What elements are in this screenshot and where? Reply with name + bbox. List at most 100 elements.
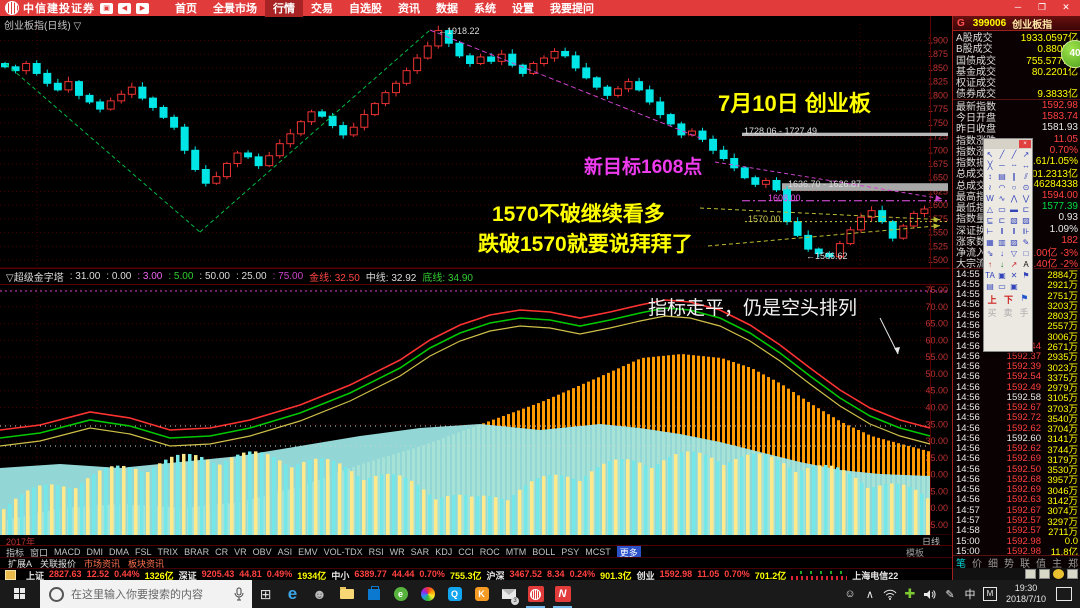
wps-icon[interactable]: K (469, 580, 494, 608)
mail-icon[interactable]: 3 (496, 580, 521, 608)
contacts-icon[interactable]: ☻ (307, 580, 332, 608)
quick-button[interactable]: ▶ (136, 3, 149, 14)
file-explorer-icon[interactable] (334, 580, 359, 608)
drawing-tool[interactable]: ‖ (1008, 226, 1020, 237)
drawing-tool[interactable]: ⚑ (1020, 270, 1032, 281)
edge-icon[interactable]: e (280, 580, 305, 608)
drawing-toolbar[interactable]: × ↖╱╱↗╳─┄↔↕▤∥⫽≀◠○⊙W∿⋀⋁△▭▬⊏⊑⊏▧▨⊢‖‖⊪▦▥▨✎⇘↓… (983, 138, 1033, 352)
drawing-tool[interactable]: ▤ (984, 281, 996, 292)
minimize-button[interactable]: ─ (1006, 0, 1030, 15)
drawing-tool[interactable]: ↗ (1020, 149, 1032, 160)
browser-360-icon[interactable]: e (388, 580, 413, 608)
drawing-tool[interactable]: ╱ (996, 149, 1008, 160)
drawing-tool[interactable]: ⫽ (1020, 171, 1032, 182)
menu-item-行情[interactable]: 行情 (265, 0, 303, 17)
indicator-tab-PSY[interactable]: PSY (561, 547, 579, 557)
palette-button-上[interactable]: 上 (988, 293, 997, 306)
indicator-param-row[interactable]: ▽超级金字塔: 31.00: 0.00: 3.00: 5.00: 50.00: … (0, 268, 950, 285)
drawing-tool[interactable]: ⊑ (984, 215, 996, 226)
drawing-tool[interactable]: W (984, 193, 996, 204)
drawing-tool[interactable]: ─ (996, 160, 1008, 171)
ime-mode-box[interactable]: M (980, 580, 1000, 608)
drawing-tool[interactable]: ▤ (996, 171, 1008, 182)
drawing-tool[interactable]: ⊏ (1020, 204, 1032, 215)
drawing-tool[interactable]: ▬ (1008, 204, 1020, 215)
indicator-tab-DMA[interactable]: DMA (109, 547, 129, 557)
drawing-tool[interactable]: ▨ (1008, 237, 1020, 248)
indicator-tab-CR[interactable]: CR (215, 547, 228, 557)
corner-alert-icon[interactable] (1053, 569, 1064, 579)
drawing-tool[interactable]: ∿ (996, 193, 1008, 204)
indicator-tab-ASI[interactable]: ASI (278, 547, 293, 557)
indicator-tab-DMI[interactable]: DMI (87, 547, 104, 557)
drawing-tool[interactable]: ‖ (996, 226, 1008, 237)
menu-item-交易[interactable]: 交易 (303, 0, 341, 17)
indicator-tab-SAR[interactable]: SAR (411, 547, 430, 557)
close-button[interactable]: ✕ (1054, 0, 1078, 15)
restore-button[interactable]: ❐ (1030, 0, 1054, 15)
chart-title[interactable]: 创业板指(日线) ▽ (4, 17, 81, 32)
drawing-tool[interactable]: ▥ (996, 237, 1008, 248)
task-view-button[interactable]: ⊞ (253, 580, 278, 608)
market-bar-icon[interactable] (5, 570, 16, 580)
ms-store-icon[interactable] (361, 580, 386, 608)
drawing-tool[interactable]: ≀ (984, 182, 996, 193)
menu-item-数据[interactable]: 数据 (428, 0, 466, 17)
indicator-tab-MTM[interactable]: MTM (506, 547, 527, 557)
indicator-tab-VR[interactable]: VR (234, 547, 247, 557)
pen-icon[interactable]: ✎ (940, 580, 960, 608)
indicator-tab-VOL-TDX[interactable]: VOL-TDX (324, 547, 363, 557)
indicator-tab-BOLL[interactable]: BOLL (532, 547, 555, 557)
drawing-tool[interactable]: ⋁ (1020, 193, 1032, 204)
drawing-tool[interactable]: ⋀ (1008, 193, 1020, 204)
taskbar-clock[interactable]: 19:302018/7/10 (1006, 583, 1046, 605)
action-center-icon[interactable] (1056, 587, 1072, 601)
drawing-tool[interactable]: ↑ (984, 259, 996, 270)
drawing-tool[interactable]: ╱ (1008, 149, 1020, 160)
pinwheel-browser-icon[interactable] (415, 580, 440, 608)
drawing-tool[interactable]: ▧ (1008, 215, 1020, 226)
drawing-tool[interactable]: ▽ (1008, 248, 1020, 259)
drawing-tool[interactable]: ⊙ (1020, 182, 1032, 193)
drawing-tool[interactable]: ⊏ (996, 215, 1008, 226)
indicator-tab-MACD[interactable]: MACD (54, 547, 81, 557)
corner-window-icon[interactable] (1039, 569, 1050, 579)
drawing-tool[interactable]: TA (984, 270, 996, 281)
quick-button[interactable]: ◀ (118, 3, 131, 14)
indicator-tab-RSI[interactable]: RSI (369, 547, 384, 557)
drawing-tool[interactable] (1020, 281, 1032, 292)
drawing-tool[interactable]: ↗ (1008, 259, 1020, 270)
indicator-tab-EMV[interactable]: EMV (298, 547, 318, 557)
drawing-toolbar-titlebar[interactable]: × (984, 139, 1032, 149)
drawing-tool[interactable]: ▭ (996, 204, 1008, 215)
menu-item-自选股[interactable]: 自选股 (341, 0, 390, 17)
drawing-tool[interactable]: ∥ (1008, 171, 1020, 182)
drawing-tool[interactable]: ○ (1008, 182, 1020, 193)
drawing-tool[interactable]: □ (1020, 248, 1032, 259)
csc-app-icon[interactable] (523, 580, 548, 608)
drawing-tool[interactable]: ▭ (996, 281, 1008, 292)
menu-item-设置[interactable]: 设置 (504, 0, 542, 17)
palette-close-button[interactable]: × (1019, 140, 1031, 148)
drawing-tool[interactable]: ▣ (996, 270, 1008, 281)
drawing-tool[interactable]: ↕ (984, 171, 996, 182)
drawing-tool[interactable]: ↖ (984, 149, 996, 160)
drawing-tool[interactable]: ✎ (1020, 237, 1032, 248)
drawing-tool[interactable]: ▨ (1020, 215, 1032, 226)
taskbar-search[interactable]: 在这里输入你要搜索的内容 (40, 580, 252, 608)
ime-language-indicator[interactable]: 中 (960, 580, 980, 608)
indicator-tab-KDJ[interactable]: KDJ (435, 547, 452, 557)
menu-item-资讯[interactable]: 资讯 (390, 0, 428, 17)
start-button[interactable] (0, 580, 40, 608)
people-icon[interactable]: ☺ (840, 580, 860, 608)
indicator-tab-FSL[interactable]: FSL (135, 547, 152, 557)
palette-button-⚑[interactable]: ⚑ (1020, 293, 1028, 306)
drawing-tool[interactable]: ┄ (1008, 160, 1020, 171)
drawing-tool[interactable]: ✕ (1008, 270, 1020, 281)
menu-item-我要提问[interactable]: 我要提问 (542, 0, 602, 17)
menu-item-系统[interactable]: 系统 (466, 0, 504, 17)
wifi-icon[interactable] (880, 580, 900, 608)
drawing-tool[interactable]: ╳ (984, 160, 996, 171)
indicator-tab-WR[interactable]: WR (390, 547, 405, 557)
menu-item-全景市场[interactable]: 全景市场 (205, 0, 265, 17)
